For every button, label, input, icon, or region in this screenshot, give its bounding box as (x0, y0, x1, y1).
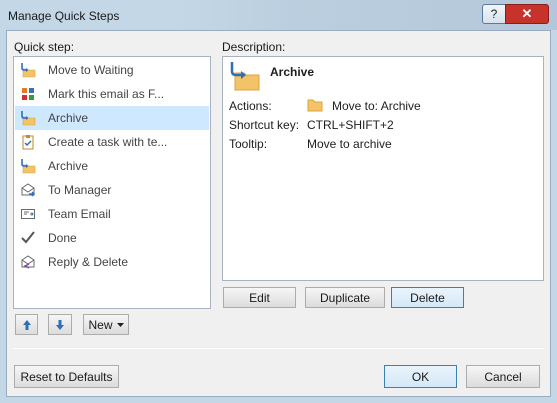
cancel-button-label: Cancel (484, 369, 522, 384)
tooltip-label: Tooltip: (229, 137, 268, 151)
duplicate-button-label: Duplicate (319, 290, 371, 305)
delete-button[interactable]: Delete (391, 287, 464, 308)
forward-mail-icon (20, 182, 36, 198)
dialog-client: Quick step: Description: Move to Waiting… (6, 30, 551, 397)
folder-icon (307, 98, 323, 115)
description-panel: Archive Actions: Move to: Archive Shortc… (222, 56, 544, 281)
duplicate-button[interactable]: Duplicate (305, 287, 385, 308)
reset-to-defaults-button[interactable]: Reset to Defaults (14, 365, 119, 388)
tooltip-value: Move to archive (307, 137, 392, 151)
list-item[interactable]: Create a task with te... (15, 130, 209, 154)
edit-button-label: Edit (249, 290, 270, 305)
chevron-down-icon (116, 322, 124, 327)
actions-value: Move to: Archive (332, 99, 421, 113)
list-item[interactable]: Move to Waiting (15, 58, 209, 82)
close-icon: ✕ (521, 6, 533, 21)
folder-move-icon (20, 110, 36, 126)
checkmark-icon (20, 230, 36, 246)
help-icon: ? (490, 7, 498, 21)
list-item[interactable]: Reply & Delete (15, 250, 209, 274)
reset-button-label: Reset to Defaults (20, 369, 113, 384)
new-dropdown-button[interactable]: New (83, 314, 129, 335)
description-label: Description: (222, 40, 286, 54)
list-item[interactable]: Archive (15, 154, 209, 178)
move-up-button[interactable] (15, 314, 38, 335)
list-item-label: Team Email (48, 207, 111, 221)
cancel-button[interactable]: Cancel (466, 365, 540, 388)
list-item-label: Archive (48, 111, 89, 125)
ok-button[interactable]: OK (384, 365, 457, 388)
list-item[interactable]: Mark this email as F... (15, 82, 209, 106)
new-button-label: New (88, 317, 113, 332)
description-title: Archive (270, 65, 315, 79)
title-bar[interactable]: Manage Quick Steps ? ✕ (0, 0, 557, 30)
arrow-down-icon (56, 319, 64, 330)
quick-step-label: Quick step: (14, 40, 75, 54)
dialog-window: Manage Quick Steps ? ✕ Quick step: Descr… (0, 0, 557, 403)
list-item-label: Move to Waiting (48, 63, 134, 77)
move-down-button[interactable] (48, 314, 72, 335)
list-item-label: Archive (48, 159, 89, 173)
list-item-label: Create a task with te... (48, 135, 168, 149)
separator (13, 348, 544, 349)
quick-step-list[interactable]: Move to Waiting Mark this email as F... … (13, 56, 211, 309)
list-item-selected[interactable]: Archive (15, 106, 209, 130)
arrow-up-icon (22, 319, 31, 330)
actions-label: Actions: (229, 99, 272, 113)
window-title: Manage Quick Steps (8, 9, 120, 23)
categorize-icon (20, 86, 36, 102)
help-button[interactable]: ? (482, 4, 506, 24)
archive-folder-icon (229, 61, 261, 94)
list-item[interactable]: Team Email (15, 202, 209, 226)
folder-move-icon (20, 62, 36, 78)
list-item-label: Reply & Delete (48, 255, 129, 269)
list-item-label: To Manager (48, 183, 112, 197)
shortcut-key-label: Shortcut key: (229, 118, 300, 132)
envelope-icon (20, 206, 36, 222)
list-item[interactable]: Done (15, 226, 209, 250)
ok-button-label: OK (411, 369, 430, 384)
list-item[interactable]: To Manager (15, 178, 209, 202)
shortcut-key-value: CTRL+SHIFT+2 (307, 118, 394, 132)
reply-delete-icon (20, 254, 36, 270)
list-item-label: Done (48, 231, 77, 245)
edit-button[interactable]: Edit (223, 287, 296, 308)
folder-move-icon (20, 158, 36, 174)
task-icon (20, 134, 36, 150)
close-button[interactable]: ✕ (505, 4, 549, 24)
delete-button-label: Delete (410, 290, 445, 305)
list-item-label: Mark this email as F... (48, 87, 165, 101)
